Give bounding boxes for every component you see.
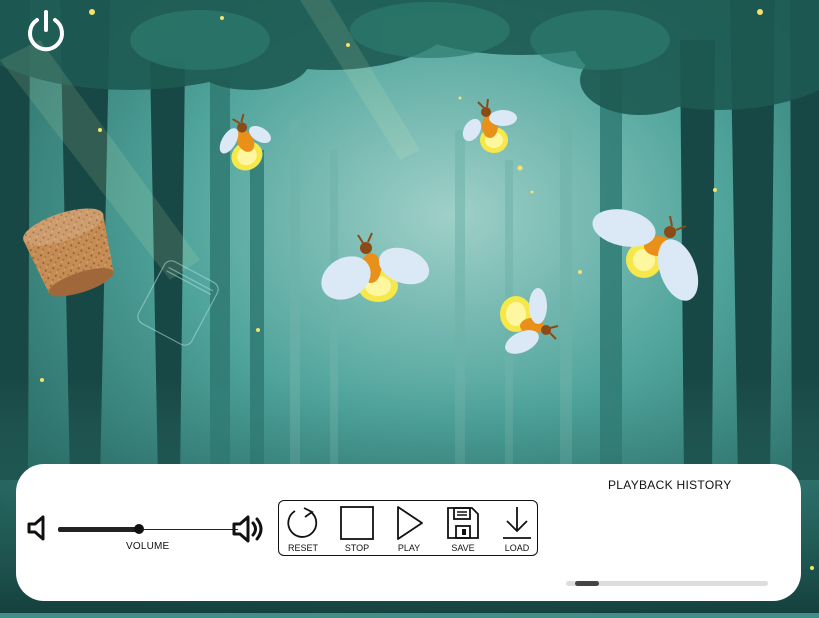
playback-history-scrollbar[interactable] [566, 581, 768, 586]
firefly[interactable] [456, 96, 526, 160]
cork-image[interactable] [14, 196, 126, 300]
firefly[interactable] [492, 284, 564, 360]
reset-button[interactable]: RESET [279, 503, 327, 555]
load-button[interactable]: LOAD [493, 503, 541, 555]
power-button[interactable] [22, 8, 70, 56]
playback-history-scroll-thumb[interactable] [575, 581, 599, 586]
stop-button[interactable]: STOP [333, 503, 381, 555]
save-button[interactable]: SAVE [439, 503, 487, 555]
control-panel: VOLUME RESET STOP PLAY SAVE LOAD PLAYBAC… [16, 464, 801, 601]
jar-image [128, 258, 228, 348]
volume-up-icon[interactable] [231, 514, 267, 544]
stop-label: STOP [344, 543, 370, 553]
play-button[interactable]: PLAY [385, 503, 433, 555]
volume-slider-knob[interactable] [134, 524, 144, 534]
play-label: PLAY [397, 543, 421, 553]
firefly[interactable] [316, 228, 434, 310]
play-icon [397, 506, 423, 540]
volume-fill [58, 527, 139, 532]
save-label: SAVE [451, 543, 475, 553]
volume-label: VOLUME [126, 541, 170, 552]
firefly[interactable] [590, 204, 710, 308]
stop-icon [340, 506, 374, 540]
download-icon [503, 507, 531, 539]
reset-icon [287, 507, 318, 538]
playback-controls: RESET STOP PLAY SAVE LOAD [278, 500, 538, 556]
power-icon [28, 10, 64, 52]
playback-history-title: PLAYBACK HISTORY [608, 478, 732, 492]
volume-control: VOLUME [26, 512, 266, 562]
reset-label: RESET [287, 543, 318, 553]
volume-mute-icon[interactable] [26, 514, 50, 542]
save-icon [447, 507, 479, 539]
load-label: LOAD [504, 543, 530, 553]
firefly[interactable] [212, 110, 282, 174]
